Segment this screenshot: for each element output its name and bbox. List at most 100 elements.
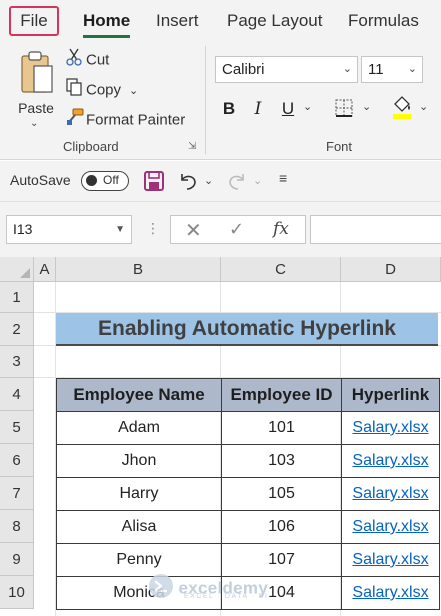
chevron-down-icon[interactable]: ⌄ [204,174,213,187]
fill-color-button[interactable] [390,94,414,120]
font-group-label: Font [326,139,353,154]
cell-employee-name[interactable]: Harry [56,477,222,511]
tab-insert[interactable]: Insert [156,6,199,36]
font-name-select[interactable]: Calibri ⌄ [215,56,358,83]
paste-label: Paste [18,100,54,116]
customize-toolbar-icon[interactable]: ≡ [279,170,287,186]
bold-button[interactable]: B [220,96,238,122]
cell-employee-name[interactable]: Alisa [56,510,222,544]
chevron-down-icon: ▼ [115,224,125,235]
cell-employee-id[interactable]: 103 [221,444,342,478]
row-header-1[interactable]: 1 [0,282,34,313]
enter-check-icon[interactable]: ✓ [229,219,244,240]
exceldemy-logo-icon [148,573,174,604]
underline-button[interactable]: U [279,96,297,122]
cell-employee-name[interactable]: Adam [56,411,222,445]
header-employee-id[interactable]: Employee ID [221,378,342,412]
row-header-7[interactable]: 7 [0,477,34,510]
borders-icon [334,99,354,122]
save-icon[interactable] [143,170,165,197]
column-header-a[interactable]: A [34,257,56,282]
row-header-6[interactable]: 6 [0,444,34,477]
chevron-down-icon[interactable]: ⌄ [303,100,312,113]
header-hyperlink[interactable]: Hyperlink [341,378,440,412]
chevron-down-icon[interactable]: ⌄ [129,85,138,97]
undo-icon[interactable] [177,170,199,197]
select-all-button[interactable] [0,257,34,282]
copy-label: Copy [86,81,122,99]
format-painter-label: Format Painter [86,111,186,129]
font-size-value: 11 [368,61,384,78]
chevron-down-icon[interactable]: ⌄ [30,118,38,129]
chevron-down-icon[interactable]: ⌄ [419,100,428,113]
scissors-icon [66,48,86,73]
tab-home[interactable]: Home [83,6,131,38]
toggle-knob [86,175,97,186]
paint-bucket-icon [391,96,413,124]
row-header-5[interactable]: 5 [0,411,34,444]
cell-employee-id[interactable]: 105 [221,477,342,511]
select-all-icon [20,268,30,278]
column-header-b[interactable]: B [56,257,221,282]
table-row: Alisa 106 Salary.xlsx [56,510,440,544]
row-header-3[interactable]: 3 [0,346,34,378]
more-icon[interactable]: ⋮ [146,220,160,237]
column-header-c[interactable]: C [221,257,341,282]
redo-icon[interactable] [226,170,248,197]
table-row: Harry 105 Salary.xlsx [56,477,440,511]
copy-button[interactable]: Copy ⌄ [66,78,138,100]
cell-hyperlink[interactable]: Salary.xlsx [341,444,440,478]
table-row: Adam 101 Salary.xlsx [56,411,440,445]
cell-hyperlink[interactable]: Salary.xlsx [341,411,440,445]
chevron-down-icon[interactable]: ⌄ [362,100,371,113]
paintbrush-icon [66,108,86,133]
font-name-value: Calibri [222,61,265,78]
row-header-8[interactable]: 8 [0,510,34,543]
cell-hyperlink[interactable]: Salary.xlsx [341,510,440,544]
chevron-down-icon[interactable]: ⌄ [253,174,262,187]
autosave-label: AutoSave [10,172,71,188]
cut-button[interactable]: Cut [66,48,109,70]
cell-hyperlink[interactable]: Salary.xlsx [341,477,440,511]
table-header-row: Employee Name Employee ID Hyperlink [56,378,440,412]
italic-button[interactable]: I [250,96,266,122]
watermark: exceldemy EXCEL · DATA · BI [148,573,268,604]
formula-input[interactable] [310,215,441,244]
column-header-d[interactable]: D [341,257,441,282]
group-separator [205,46,206,154]
cancel-icon[interactable]: ✕ [185,218,202,243]
tab-page-layout[interactable]: Page Layout [227,6,322,36]
cell-employee-id[interactable]: 106 [221,510,342,544]
clipboard-icon [20,50,54,103]
sheet-title-cell[interactable]: Enabling Automatic Hyperlink [56,313,438,346]
tab-file[interactable]: File [9,6,59,36]
watermark-tagline: EXCEL · DATA · BI [184,593,269,600]
cell-employee-name[interactable]: Jhon [56,444,222,478]
quick-access-toolbar: AutoSave Off ⌄ ⌄ ≡ [0,161,441,201]
borders-button[interactable] [333,98,355,124]
cut-label: Cut [86,51,110,69]
row-header-2[interactable]: 2 [0,313,34,346]
ribbon-home: Paste ⌄ Cut Copy ⌄ Format Painter Clipbo… [0,40,441,160]
copy-icon [66,78,86,103]
tab-formulas[interactable]: Formulas [348,6,419,36]
table-row: Penny 107 Salary.xlsx [56,543,440,577]
insert-function-icon[interactable]: fx [273,219,289,239]
format-painter-button[interactable]: Format Painter [66,108,185,130]
cell-employee-id[interactable]: 107 [221,543,342,577]
row-header-4[interactable]: 4 [0,378,34,411]
header-employee-name[interactable]: Employee Name [56,378,222,412]
name-box[interactable]: I13 ▼ [6,215,132,244]
dialog-launcher-icon[interactable]: ⇲ [188,141,196,152]
cell-employee-name[interactable]: Penny [56,543,222,577]
name-box-value: I13 [13,221,33,237]
cell-employee-id[interactable]: 101 [221,411,342,445]
row-header-10[interactable]: 10 [0,576,34,609]
cell-hyperlink[interactable]: Salary.xlsx [341,543,440,577]
paste-button[interactable]: Paste ⌄ [14,48,58,130]
font-size-select[interactable]: 11 ⌄ [361,56,423,83]
autosave-toggle[interactable]: Off [81,171,129,191]
cell-hyperlink[interactable]: Salary.xlsx [341,576,440,610]
row-header-9[interactable]: 9 [0,543,34,576]
table-row: Jhon 103 Salary.xlsx [56,444,440,478]
